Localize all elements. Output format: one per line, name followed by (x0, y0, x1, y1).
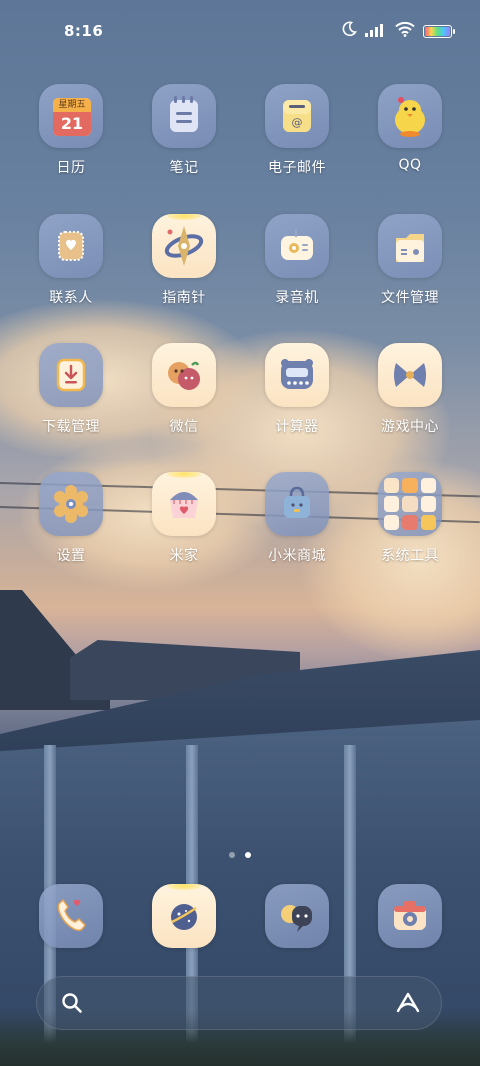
app-game-center[interactable]: 游戏中心 (362, 343, 458, 436)
app-label: 系统工具 (381, 548, 439, 564)
game-center-icon (378, 343, 442, 407)
file-manager-icon (378, 214, 442, 278)
app-notes[interactable]: 笔记 (136, 84, 232, 177)
page-indicator (0, 852, 480, 858)
assistant-icon[interactable] (395, 991, 421, 1019)
folder-mini-app-icon (420, 496, 436, 512)
app-label: 设置 (56, 548, 86, 564)
page-dot-active[interactable] (245, 852, 251, 858)
wechat-icon (152, 343, 216, 407)
calendar-weekday: 星期五 (53, 98, 91, 112)
app-label: 电子邮件 (268, 160, 326, 176)
app-label: 笔记 (169, 160, 199, 176)
app-file-manager[interactable]: 文件管理 (362, 214, 458, 307)
app-label: QQ (398, 157, 422, 173)
email-icon: @ (265, 84, 329, 148)
app-label: 文件管理 (381, 290, 439, 306)
app-wechat[interactable]: 微信 (136, 343, 232, 436)
app-recorder[interactable]: 录音机 (249, 214, 345, 307)
calendar-day: 21 (53, 112, 91, 136)
app-downloads[interactable]: 下载管理 (23, 343, 119, 436)
folder-mini-app-icon (420, 514, 436, 530)
app-label: 米家 (169, 548, 199, 564)
status-icons (341, 21, 455, 41)
contacts-icon (39, 214, 103, 278)
app-calendar[interactable]: 星期五 21 日历 (23, 84, 119, 177)
folder-mini-app-icon (384, 478, 400, 494)
qq-penguin-icon (378, 84, 442, 148)
battery-icon (423, 24, 455, 38)
search-bar[interactable] (36, 976, 442, 1030)
status-bar: 8:16 (0, 0, 480, 62)
app-label: 游戏中心 (381, 419, 439, 435)
folder-mini-app-icon (420, 478, 436, 494)
app-email[interactable]: @ 电子邮件 (249, 84, 345, 177)
app-compass[interactable]: 指南针 (136, 214, 232, 307)
moon-icon (341, 21, 357, 41)
wifi-icon (395, 21, 415, 41)
page-dot[interactable] (229, 852, 235, 858)
app-system-tools-folder[interactable]: 系统工具 (362, 472, 458, 565)
notes-icon (152, 84, 216, 148)
app-label: 下载管理 (42, 419, 100, 435)
app-contacts[interactable]: 联系人 (23, 214, 119, 307)
dock (0, 884, 480, 950)
app-label: 日历 (56, 160, 86, 176)
settings-gear-icon (39, 472, 103, 536)
folder-mini-app-icon (384, 496, 400, 512)
phone-icon[interactable] (39, 884, 103, 948)
app-label: 指南针 (162, 290, 206, 306)
app-label: 小米商城 (268, 548, 326, 564)
app-label: 联系人 (49, 290, 93, 306)
status-time: 8:16 (64, 22, 104, 40)
compass-icon (152, 214, 216, 278)
folder-icon (378, 472, 442, 536)
search-icon[interactable] (61, 992, 83, 1018)
mi-store-bag-icon (265, 472, 329, 536)
calculator-icon (265, 343, 329, 407)
app-calculator[interactable]: 计算器 (249, 343, 345, 436)
messages-icon[interactable] (265, 884, 329, 948)
app-label: 微信 (169, 419, 199, 435)
folder-mini-app-icon (402, 514, 418, 530)
calendar-icon: 星期五 21 (39, 84, 103, 148)
app-mi-store[interactable]: 小米商城 (249, 472, 345, 565)
svg-text:@: @ (292, 116, 303, 129)
recorder-icon (265, 214, 329, 278)
camera-icon[interactable] (378, 884, 442, 948)
app-mijia[interactable]: 米家 (136, 472, 232, 565)
folder-mini-app-icon (384, 514, 400, 530)
folder-mini-app-icon (402, 496, 418, 512)
app-label: 计算器 (275, 419, 319, 435)
folder-mini-app-icon (402, 478, 418, 494)
download-icon (39, 343, 103, 407)
browser-planet-icon[interactable] (152, 884, 216, 948)
signal-icon (365, 22, 387, 41)
app-qq[interactable]: QQ (362, 84, 458, 173)
app-label: 录音机 (275, 290, 319, 306)
app-settings[interactable]: 设置 (23, 472, 119, 565)
mijia-home-icon (152, 472, 216, 536)
